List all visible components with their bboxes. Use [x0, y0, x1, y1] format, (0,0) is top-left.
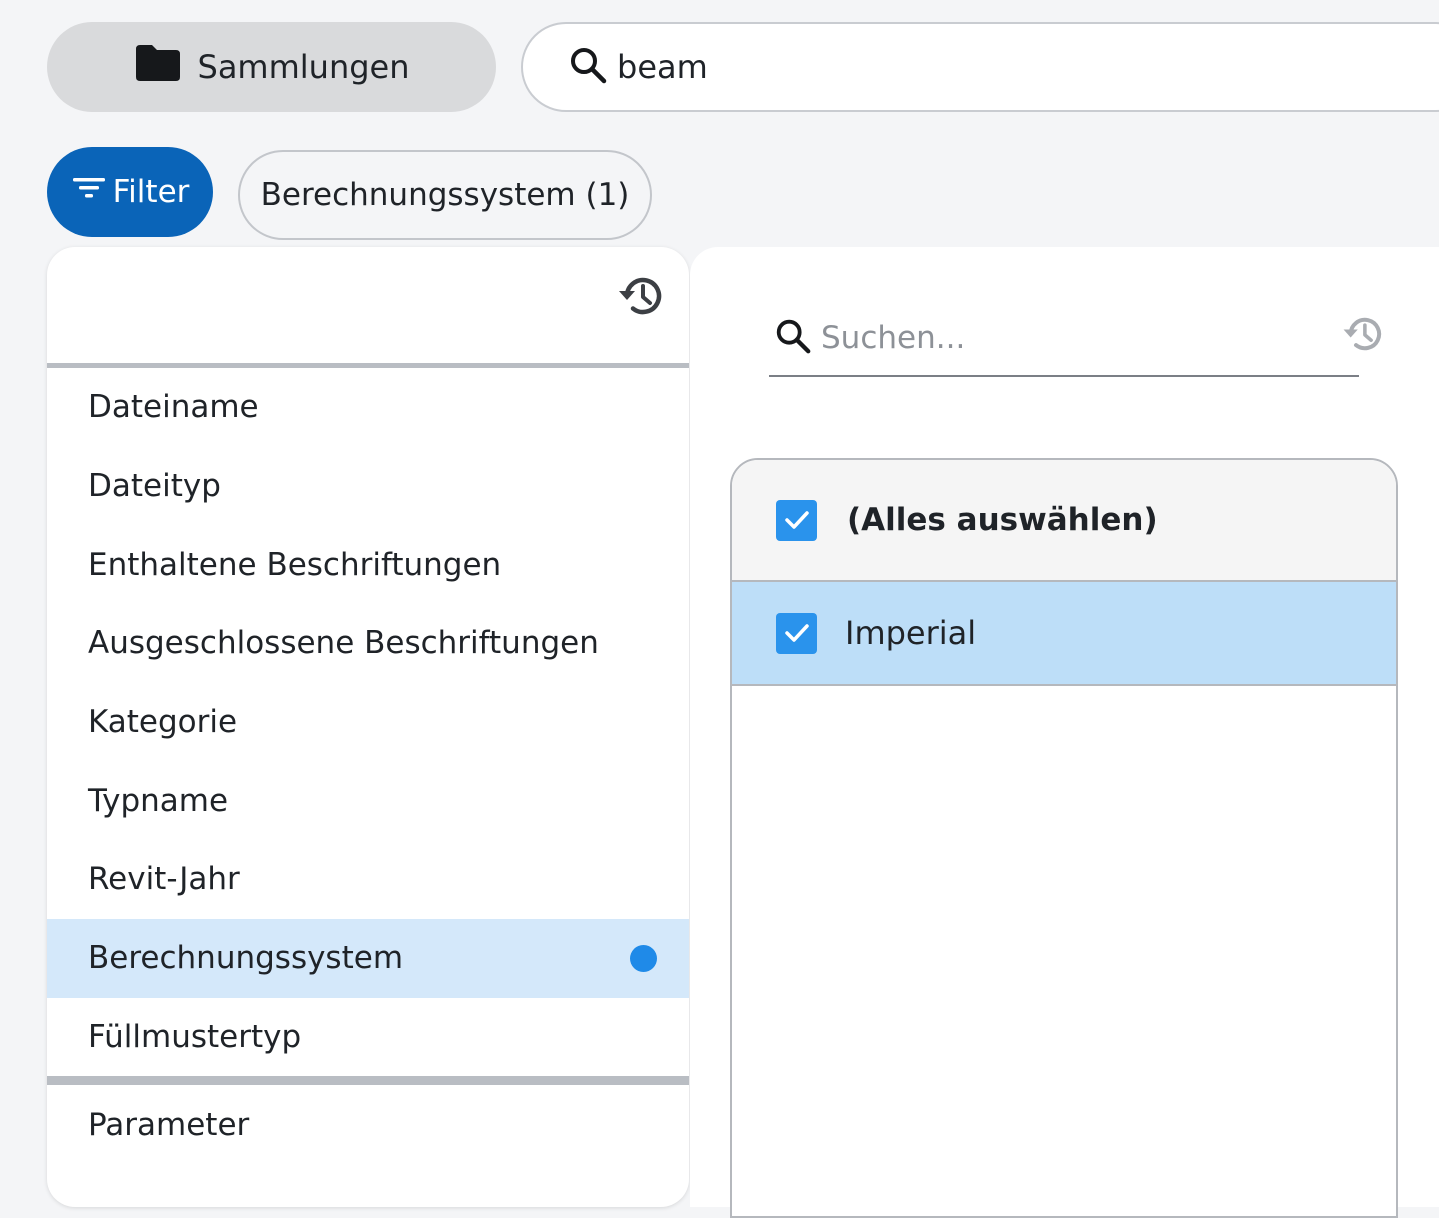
value-label: Imperial — [845, 614, 977, 652]
field-item-typname[interactable]: Typname — [47, 761, 689, 840]
field-item-dateiname[interactable]: Dateiname — [47, 368, 689, 447]
filter-button[interactable]: Filter — [47, 147, 213, 237]
check-icon — [784, 511, 809, 529]
field-item-dateityp[interactable]: Dateityp — [47, 447, 689, 526]
search-bar[interactable] — [521, 22, 1439, 112]
field-item-label: Enthaltene Beschriftungen — [88, 546, 502, 583]
checkbox-checked[interactable] — [776, 499, 817, 541]
select-all-label: (Alles auswählen) — [847, 502, 1158, 538]
field-item-kategorie[interactable]: Kategorie — [47, 683, 689, 762]
value-list: (Alles auswählen) Imperial — [730, 458, 1398, 1218]
field-item-label: Parameter — [88, 1107, 250, 1143]
select-all-row[interactable]: (Alles auswählen) — [732, 460, 1396, 582]
filter-icon — [71, 173, 107, 211]
field-item-label: Füllmustertyp — [88, 1018, 302, 1055]
value-search-field[interactable] — [769, 301, 1359, 377]
field-item-enthaltene-beschriftungen[interactable]: Enthaltene Beschriftungen — [47, 525, 689, 604]
filter-values-panel: (Alles auswählen) Imperial — [690, 247, 1439, 1218]
collections-label: Sammlungen — [197, 48, 410, 86]
field-list: Dateiname Dateityp Enthaltene Beschriftu… — [47, 368, 689, 1076]
field-item-parameter[interactable]: Parameter — [47, 1085, 689, 1165]
field-item-label: Revit-Jahr — [88, 861, 240, 898]
field-item-label: Dateiname — [88, 389, 259, 426]
value-row[interactable]: Imperial — [732, 582, 1396, 686]
history-icon[interactable] — [1340, 310, 1388, 358]
checkbox-checked[interactable] — [776, 612, 817, 654]
field-item-label: Kategorie — [88, 704, 238, 741]
check-icon — [784, 624, 809, 642]
field-item-label: Ausgeschlossene Beschriftungen — [88, 625, 599, 662]
field-item-label: Dateityp — [88, 468, 221, 505]
search-icon — [567, 44, 609, 90]
folder-icon — [134, 43, 182, 91]
value-search-input[interactable] — [821, 320, 1321, 356]
search-icon — [773, 316, 813, 360]
collections-button[interactable]: Sammlungen — [47, 22, 496, 112]
history-icon[interactable] — [615, 269, 669, 323]
field-item-label: Berechnungssystem — [88, 940, 404, 977]
active-filter-chip-label: Berechnungssystem (1) — [260, 177, 630, 213]
filter-field-panel: Dateiname Dateityp Enthaltene Beschriftu… — [47, 247, 689, 1207]
field-item-fuellmustertyp[interactable]: Füllmustertyp — [47, 998, 689, 1077]
field-item-label: Typname — [88, 782, 229, 819]
field-item-berechnungssystem[interactable]: Berechnungssystem — [47, 918, 689, 998]
divider — [47, 1076, 689, 1085]
field-item-revit-jahr[interactable]: Revit-Jahr — [47, 840, 689, 919]
search-input[interactable] — [617, 48, 1377, 86]
active-filter-dot — [630, 944, 657, 972]
field-item-ausgeschlossene-beschriftungen[interactable]: Ausgeschlossene Beschriftungen — [47, 604, 689, 683]
active-filter-chip[interactable]: Berechnungssystem (1) — [238, 150, 652, 240]
filter-label: Filter — [112, 174, 190, 210]
